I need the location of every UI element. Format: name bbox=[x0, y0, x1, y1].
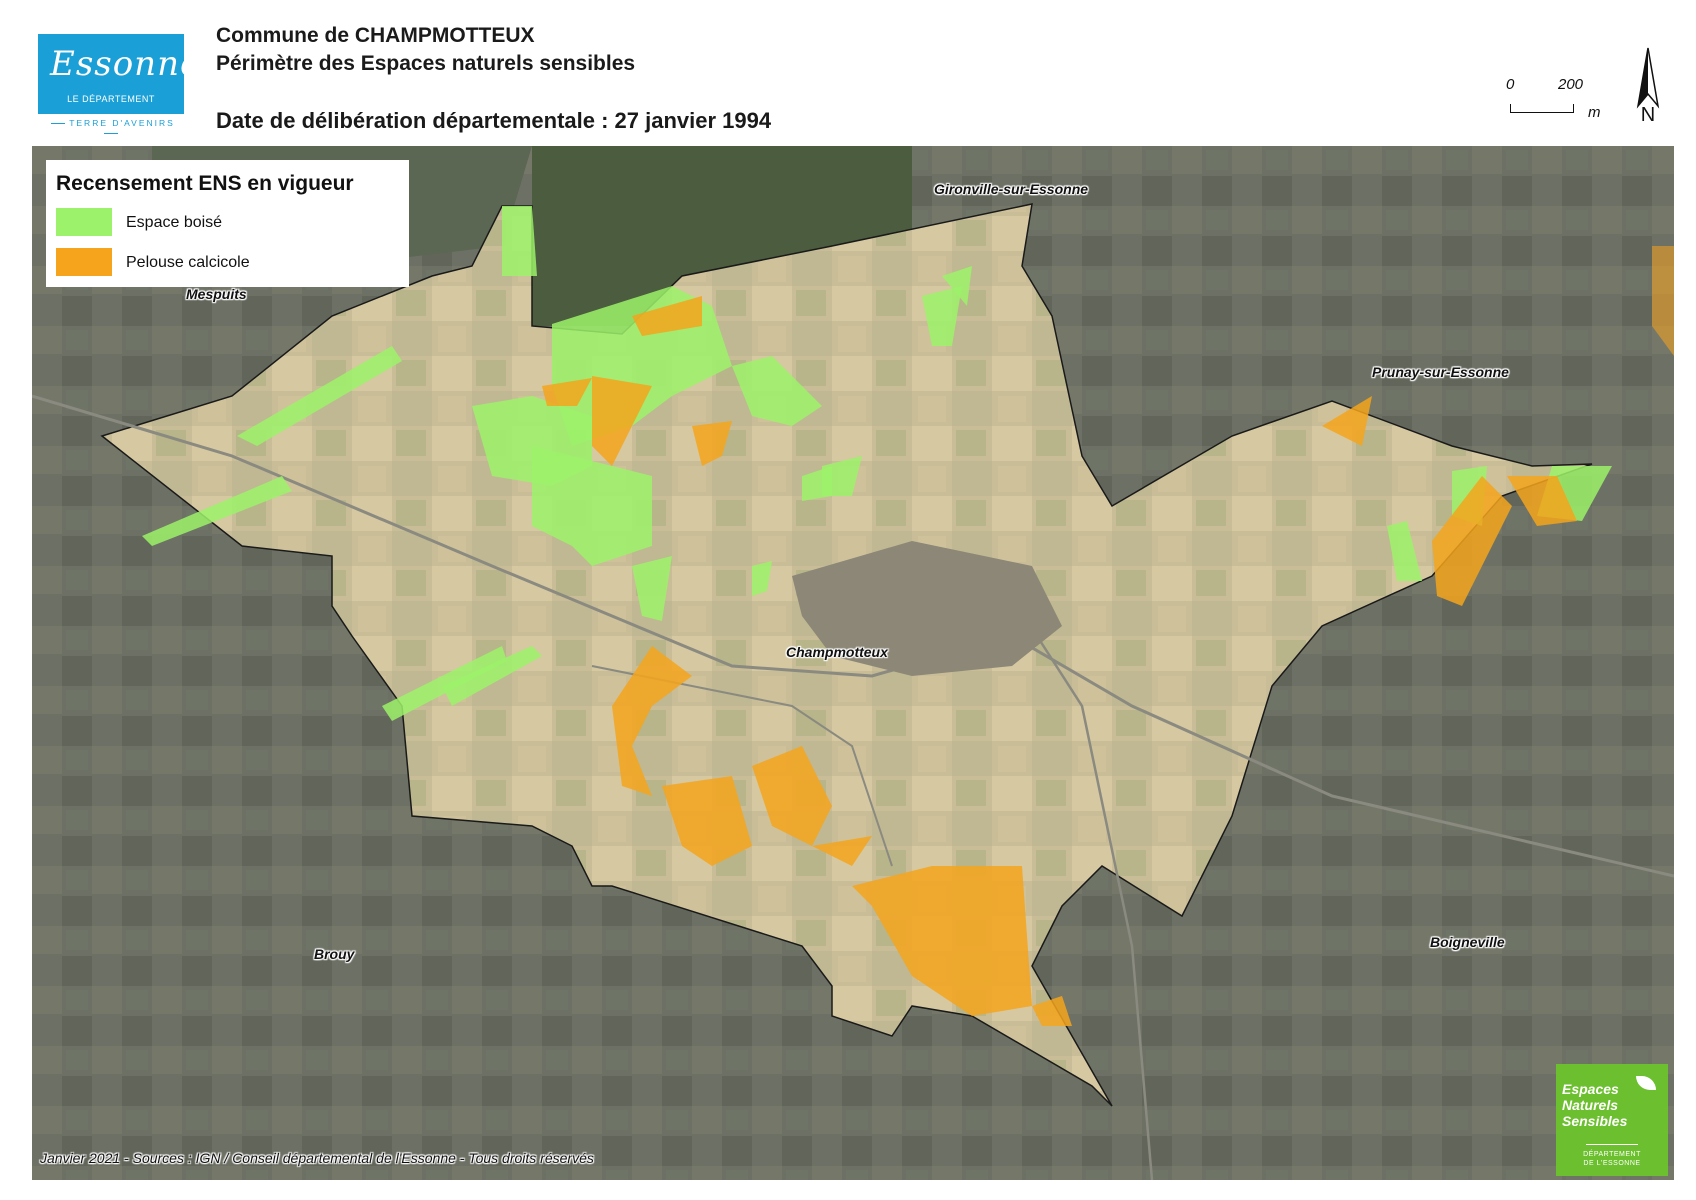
ens-logo-line2: Naturels bbox=[1562, 1097, 1619, 1113]
north-letter: N bbox=[1640, 104, 1656, 126]
essonne-logo: Essonne LE DÉPARTEMENT bbox=[38, 34, 202, 114]
essonne-logo-department: LE DÉPARTEMENT bbox=[67, 94, 155, 104]
ens-logo-line1: Espaces bbox=[1562, 1081, 1619, 1097]
legend-swatch-espace-boise bbox=[56, 208, 112, 236]
source-credit: Janvier 2021 - Sources : IGN / Conseil d… bbox=[40, 1150, 594, 1166]
ens-logo-dept-line2: DE L'ESSONNE bbox=[1583, 1160, 1641, 1167]
place-label-prunay: Prunay-sur-Essonne bbox=[1372, 364, 1509, 380]
legend-swatch-pelouse-calcicole bbox=[56, 248, 112, 276]
scale-unit-label: m bbox=[1588, 104, 1601, 121]
deliberation-date: Date de délibération départementale : 27… bbox=[216, 108, 772, 133]
legend-label: Espace boisé bbox=[126, 214, 223, 231]
place-label-boigneville: Boigneville bbox=[1430, 934, 1505, 950]
ens-logo-department: DÉPARTEMENT DE L'ESSONNE bbox=[1556, 1150, 1668, 1168]
place-label-mespuits: Mespuits bbox=[186, 286, 247, 302]
ens-logo-divider bbox=[1586, 1144, 1638, 1145]
scale-end-label: 200 bbox=[1558, 76, 1584, 93]
espaces-naturels-sensibles-logo: Espaces Naturels Sensibles DÉPARTEMENT D… bbox=[1556, 1064, 1668, 1176]
place-label-brouy: Brouy bbox=[314, 946, 355, 962]
ens-logo-line3: Sensibles bbox=[1562, 1113, 1628, 1129]
aerial-map bbox=[32, 146, 1674, 1180]
place-label-gironville: Gironville-sur-Essonne bbox=[934, 181, 1089, 197]
essonne-logo-script: Essonne bbox=[50, 44, 202, 84]
scale-bar-line bbox=[1510, 104, 1574, 113]
map-title-commune: Commune de CHAMPMOTTEUX bbox=[216, 24, 535, 47]
scale-bar: 0 200 m bbox=[1500, 74, 1610, 126]
legend: Recensement ENS en vigueur Espace boisé … bbox=[46, 160, 409, 287]
legend-label: Pelouse calcicole bbox=[126, 254, 250, 271]
map-subtitle: Périmètre des Espaces naturels sensibles bbox=[216, 52, 636, 75]
legend-title: Recensement ENS en vigueur bbox=[56, 172, 354, 195]
map-canvas bbox=[32, 146, 1674, 1180]
essonne-logo-tagline: TERRE D'AVENIRS bbox=[38, 118, 184, 138]
scale-start-label: 0 bbox=[1506, 76, 1515, 93]
place-label-champmotteux: Champmotteux bbox=[786, 644, 888, 660]
ens-logo-dept-line1: DÉPARTEMENT bbox=[1583, 1151, 1641, 1158]
